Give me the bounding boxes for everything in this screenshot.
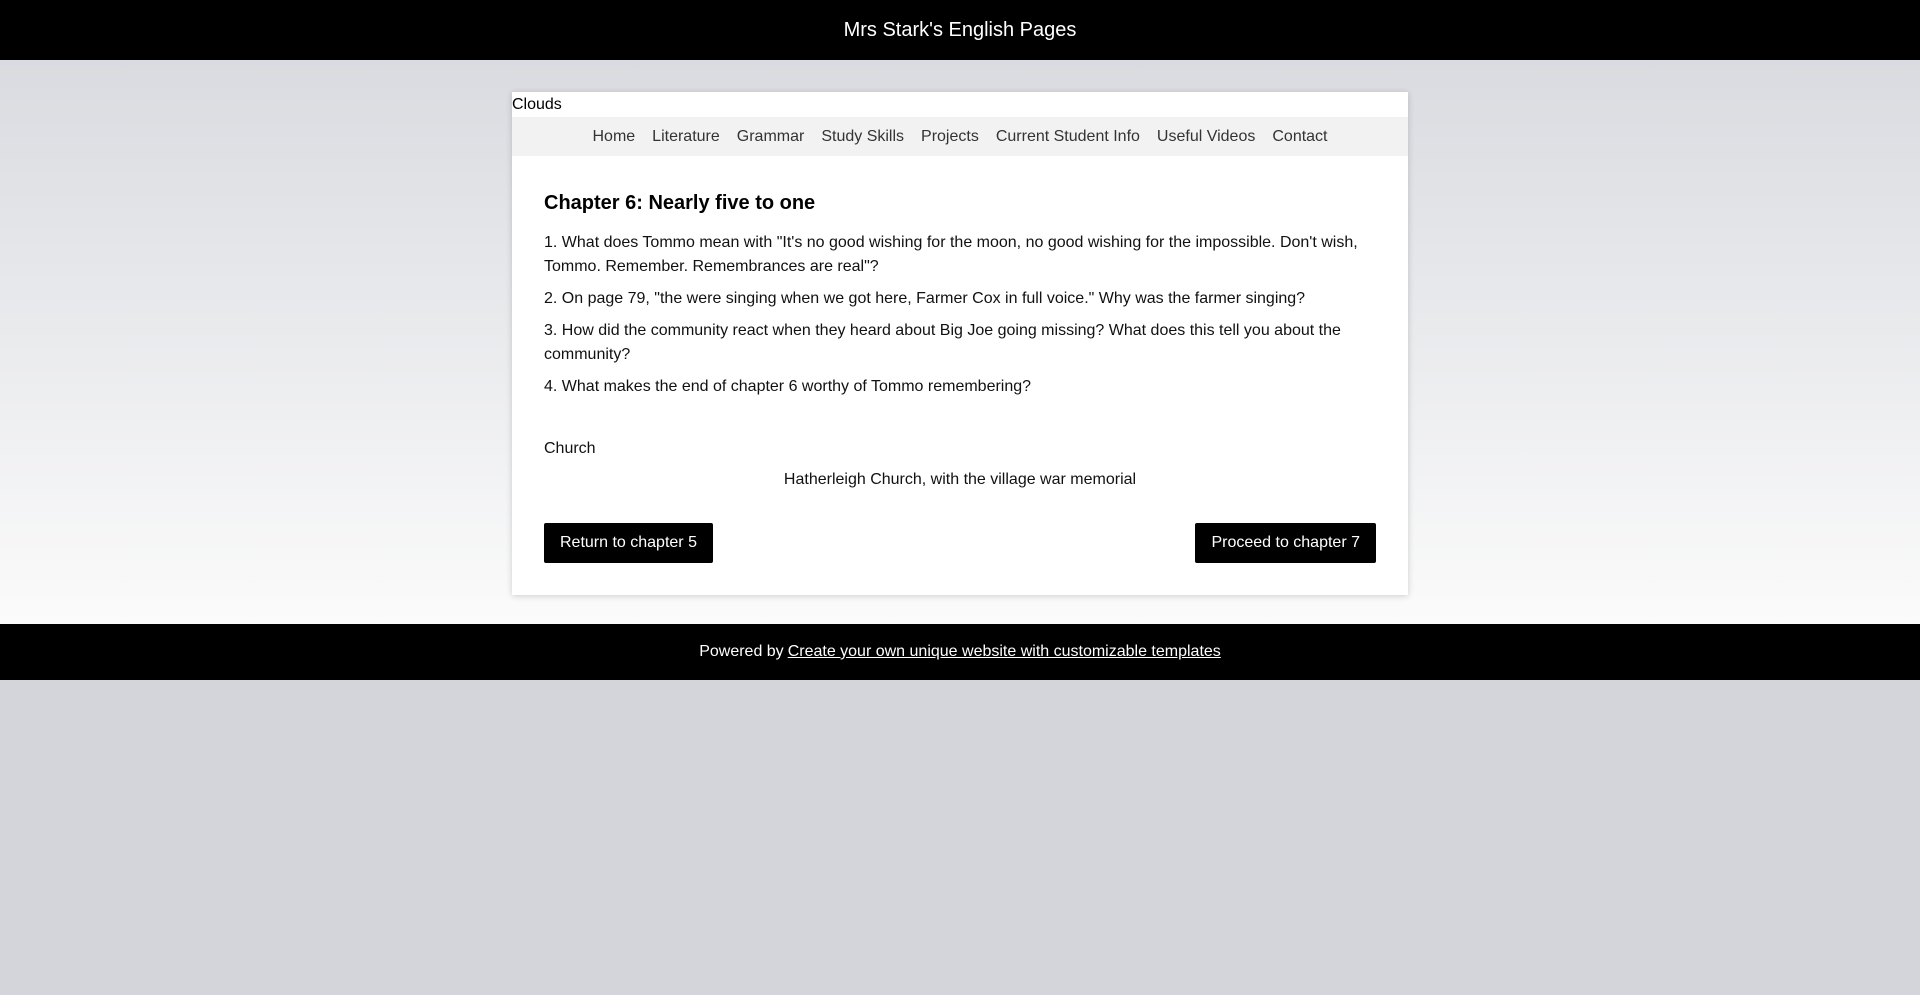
church-image: Church — [544, 439, 1376, 459]
nav-item-useful-videos[interactable]: Useful Videos — [1157, 128, 1255, 146]
question-item: 4. What makes the end of chapter 6 worth… — [544, 378, 1032, 395]
page-title: Chapter 6: Nearly five to one — [544, 192, 816, 214]
main-nav: Home Literature Grammar Study Skills Pro… — [512, 117, 1408, 156]
nav-item-study-skills[interactable]: Study Skills — [821, 128, 904, 146]
image-caption: Hatherleigh Church, with the village war… — [783, 471, 1137, 488]
page-stage: Clouds Home Literature Grammar Study Ski… — [0, 60, 1920, 624]
footer-link[interactable]: Create your own unique website with cust… — [788, 643, 1221, 661]
content-card: Clouds Home Literature Grammar Study Ski… — [512, 92, 1408, 595]
banner-image: Clouds — [512, 92, 1408, 117]
site-footer: Powered by Create your own unique websit… — [0, 624, 1920, 680]
banner-alt-text: Clouds — [512, 96, 562, 113]
question-item: 1. What does Tommo mean with "It's no go… — [544, 234, 1358, 275]
main-content: Chapter 6: Nearly five to one 1. What do… — [512, 156, 1408, 595]
nav-item-projects[interactable]: Projects — [921, 128, 979, 146]
church-image-alt-text: Church — [544, 440, 596, 457]
question-item: 2. On page 79, "the were singing when we… — [544, 290, 1306, 307]
return-to-chapter-5-button[interactable]: Return to chapter 5 — [544, 523, 713, 563]
nav-item-literature[interactable]: Literature — [652, 128, 720, 146]
nav-item-contact[interactable]: Contact — [1272, 128, 1327, 146]
question-item: 3. How did the community react when they… — [544, 322, 1341, 363]
footer-prefix: Powered by — [699, 643, 784, 660]
proceed-to-chapter-7-button[interactable]: Proceed to chapter 7 — [1195, 523, 1376, 563]
site-header: Mrs Stark's English Pages — [0, 0, 1920, 60]
site-title[interactable]: Mrs Stark's English Pages — [844, 19, 1077, 42]
nav-item-home[interactable]: Home — [592, 128, 635, 146]
nav-item-grammar[interactable]: Grammar — [737, 128, 805, 146]
nav-item-current-student-info[interactable]: Current Student Info — [996, 128, 1140, 146]
chapter-navigation: Return to chapter 5 Proceed to chapter 7 — [544, 523, 1376, 563]
